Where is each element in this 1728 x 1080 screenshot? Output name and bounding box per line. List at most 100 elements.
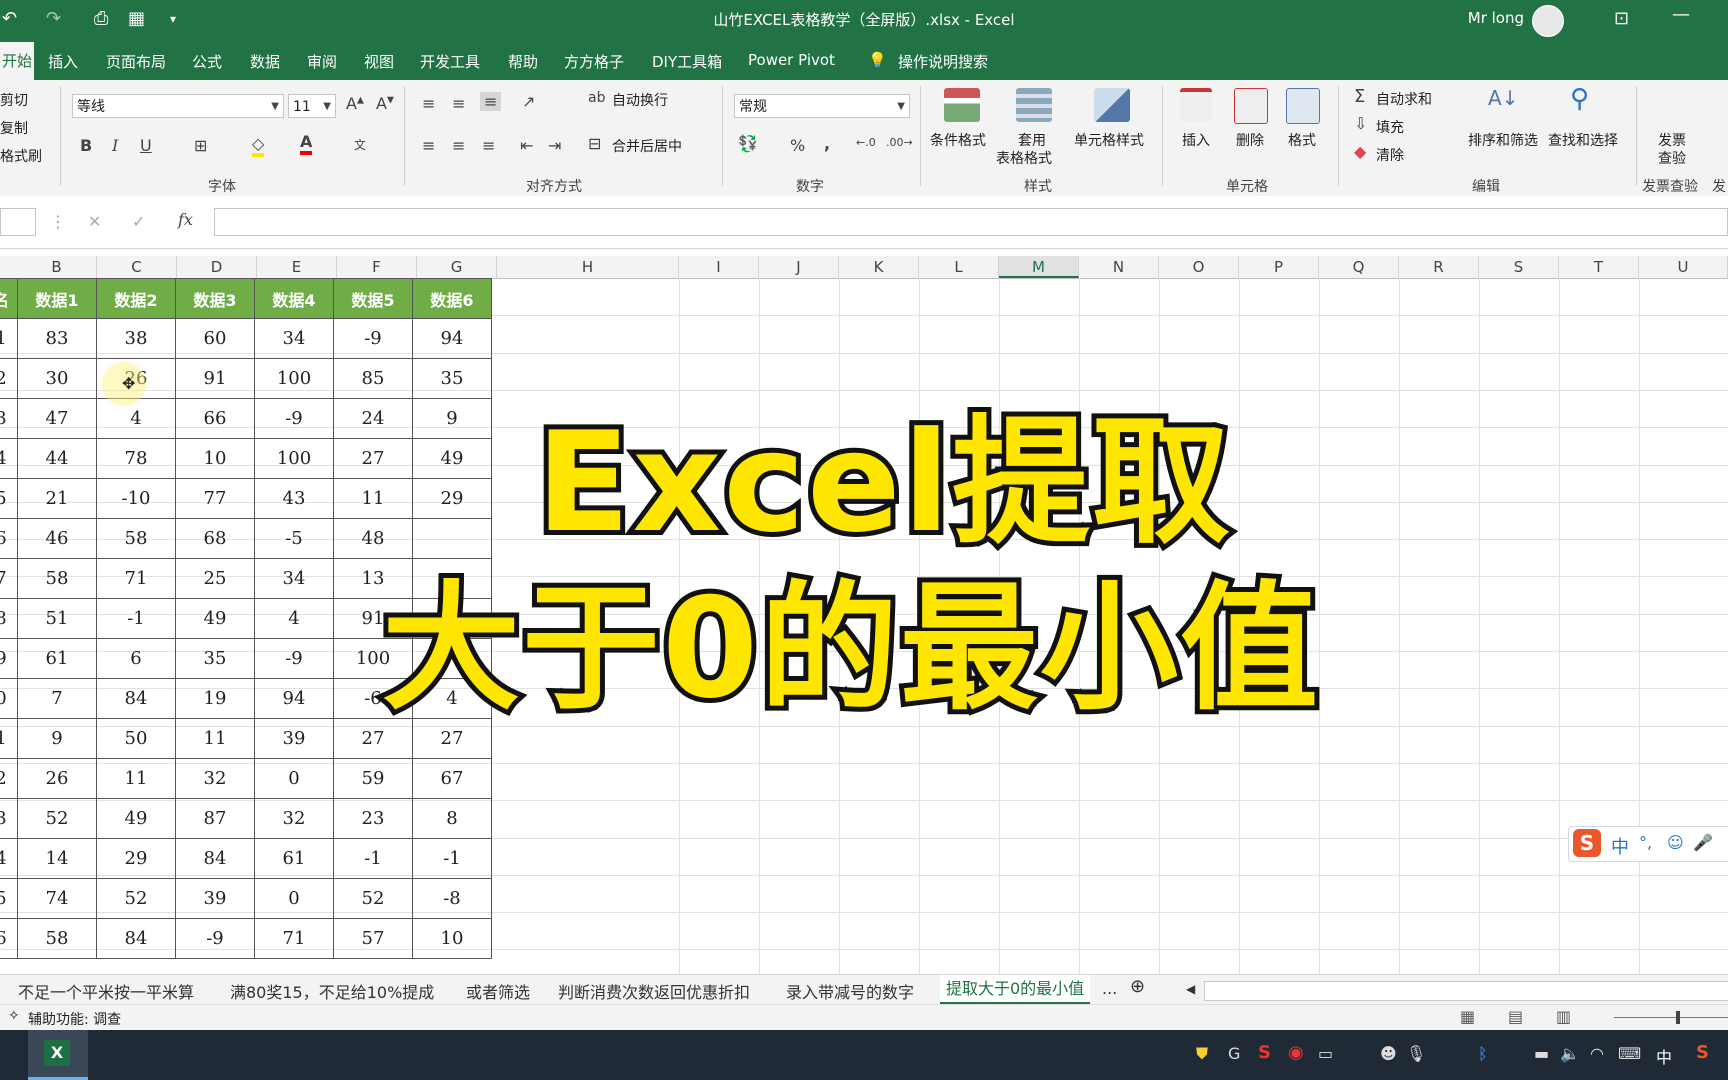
cell[interactable]: 2 — [0, 758, 18, 799]
format-button[interactable]: 格式 — [1288, 130, 1316, 150]
font-size-combo[interactable]: 11 ▼ — [288, 94, 336, 118]
cell[interactable]: 9 — [17, 718, 97, 759]
cell[interactable]: 6 — [0, 518, 18, 559]
wifi-icon[interactable]: ◠ — [1590, 1044, 1604, 1063]
border-icon[interactable]: ⊞ — [194, 136, 207, 155]
sheet-tab-4[interactable]: 判断消费次数返回优惠折扣 — [558, 979, 750, 1003]
cell[interactable]: 21 — [17, 478, 97, 519]
cell[interactable]: 77 — [175, 478, 255, 519]
cell[interactable]: -9 — [254, 638, 334, 679]
insert-button[interactable]: 插入 — [1182, 130, 1210, 150]
tab-help[interactable]: 帮助 — [508, 51, 538, 72]
accessibility-status[interactable]: 辅助功能: 调查 — [28, 1009, 121, 1029]
cell[interactable]: 5 — [0, 878, 18, 919]
header-data2[interactable]: 数据2 — [96, 278, 176, 319]
cell[interactable]: 38 — [96, 318, 176, 359]
cell[interactable]: 9 — [412, 398, 492, 439]
ime-toolbar[interactable]: S 中 °, ☺ 🎤 — [1568, 826, 1728, 862]
cell[interactable]: -5 — [254, 518, 334, 559]
orientation-icon[interactable]: ↗ — [522, 92, 535, 111]
zoom-slider-thumb[interactable] — [1676, 1011, 1680, 1024]
cell[interactable]: 50 — [96, 718, 176, 759]
cell[interactable]: 11 — [333, 478, 413, 519]
decrease-font-icon[interactable]: A▼ — [376, 94, 394, 113]
cell[interactable]: 100 — [254, 438, 334, 479]
add-sheet-icon[interactable]: ⊕ — [1130, 976, 1145, 997]
column-header-O[interactable]: O — [1159, 256, 1239, 278]
cell[interactable]: 5 — [0, 478, 18, 519]
bluetooth-icon[interactable]: ᛒ — [1478, 1044, 1488, 1063]
cell[interactable]: 27 — [333, 438, 413, 479]
cell[interactable]: 43 — [254, 478, 334, 519]
comma-button[interactable]: , — [824, 134, 830, 153]
cell[interactable]: 11 — [96, 758, 176, 799]
header-data6[interactable]: 数据6 — [412, 278, 492, 319]
cell[interactable]: 29 — [96, 838, 176, 879]
column-header-Q[interactable]: Q — [1319, 256, 1399, 278]
cell[interactable]: 7 — [0, 558, 18, 599]
increase-decimal-icon[interactable]: ←.0 — [856, 136, 876, 149]
column-header-T[interactable]: T — [1559, 256, 1639, 278]
tab-page-layout[interactable]: 页面布局 — [106, 51, 166, 72]
sheet-tab-5[interactable]: 录入带减号的数字 — [786, 979, 914, 1003]
zoom-slider[interactable] — [1614, 1017, 1728, 1018]
cell[interactable]: 3 — [0, 798, 18, 839]
cell[interactable]: 9 — [0, 638, 18, 679]
cell[interactable]: 1 — [0, 318, 18, 359]
cancel-icon[interactable]: ✕ — [88, 212, 101, 231]
fill-color-icon[interactable]: ◇ — [252, 134, 265, 157]
cell[interactable]: 35 — [175, 638, 255, 679]
cell[interactable]: 25 — [175, 558, 255, 599]
percent-button[interactable]: % — [790, 136, 805, 155]
column-header-H[interactable]: H — [497, 256, 679, 278]
cell[interactable]: 71 — [254, 918, 334, 959]
decrease-decimal-icon[interactable]: .00→ — [886, 136, 913, 149]
italic-button[interactable]: I — [112, 136, 118, 155]
font-name-combo[interactable]: 等线 ▼ — [72, 94, 284, 118]
cell[interactable]: 35 — [412, 358, 492, 399]
cell[interactable]: 19 — [175, 678, 255, 719]
cell[interactable]: 91 — [175, 358, 255, 399]
cell[interactable]: 71 — [96, 558, 176, 599]
decrease-indent-icon[interactable]: ⇤ — [520, 136, 533, 155]
cell[interactable]: 59 — [333, 758, 413, 799]
user-name[interactable]: Mr long — [1468, 9, 1524, 27]
tab-fangfang[interactable]: 方方格子 — [564, 51, 624, 72]
find-select-button[interactable]: 查找和选择 — [1548, 130, 1618, 150]
qq-icon[interactable]: ☻ — [1380, 1044, 1397, 1063]
cell[interactable]: 58 — [96, 518, 176, 559]
align-middle-icon[interactable]: ≡ — [452, 94, 465, 113]
format-as-table-label-2[interactable]: 表格格式 — [996, 148, 1052, 168]
cell[interactable]: 58 — [17, 918, 97, 959]
cell-styles-button[interactable]: 单元格样式 — [1074, 130, 1144, 150]
header-name[interactable]: 名 — [0, 278, 18, 319]
column-header-L[interactable]: L — [919, 256, 999, 278]
cell[interactable]: 6 — [96, 638, 176, 679]
wrap-text-button[interactable]: 自动换行 — [612, 90, 668, 110]
normal-view-icon[interactable]: ▦ — [1460, 1007, 1475, 1026]
cell[interactable]: -9 — [175, 918, 255, 959]
avatar[interactable] — [1532, 5, 1564, 37]
cell[interactable]: 4 — [254, 598, 334, 639]
invoice-check-label-2[interactable]: 查验 — [1658, 148, 1686, 168]
sheet-tab-2[interactable]: 满80奖15，不足给10%提成 — [230, 979, 434, 1003]
tab-data[interactable]: 数据 — [250, 51, 280, 72]
number-format-combo[interactable]: 常规 ▼ — [734, 94, 910, 118]
cell[interactable]: 84 — [96, 678, 176, 719]
cell[interactable]: 52 — [17, 798, 97, 839]
microphone-icon[interactable]: 🎙 — [1406, 1044, 1426, 1063]
cell[interactable]: 10 — [412, 918, 492, 959]
cell[interactable]: 84 — [175, 838, 255, 879]
column-header-C[interactable]: C — [97, 256, 177, 278]
cell[interactable]: 3 — [0, 398, 18, 439]
cell[interactable]: 51 — [17, 598, 97, 639]
formula-input[interactable] — [214, 208, 1728, 236]
horizontal-scrollbar[interactable] — [1204, 981, 1728, 1001]
cell[interactable]: 30 — [17, 358, 97, 399]
cell[interactable]: 23 — [333, 798, 413, 839]
cut-button[interactable]: 剪切 — [0, 90, 28, 110]
font-color-button[interactable]: A — [300, 132, 313, 155]
conditional-format-button[interactable]: 条件格式 — [930, 130, 986, 150]
cell[interactable]: 100 — [254, 358, 334, 399]
tab-insert[interactable]: 插入 — [48, 51, 78, 72]
